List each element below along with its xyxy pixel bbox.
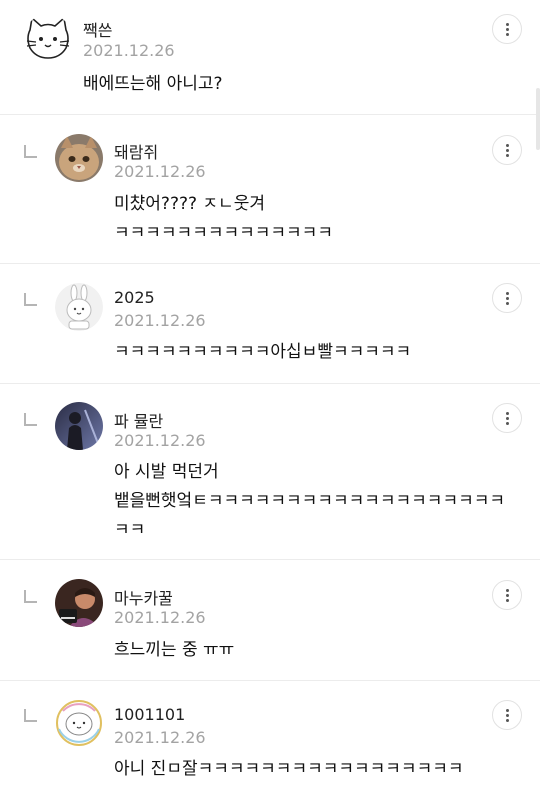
avatar-concert-photo[interactable] — [55, 579, 103, 627]
comment-date: 2021.12.26 — [114, 728, 206, 747]
more-vertical-icon — [505, 411, 509, 426]
comment-author[interactable]: 2025 — [114, 288, 155, 307]
comment-author[interactable]: 돼람쥐 — [114, 139, 158, 163]
comment-date: 2021.12.26 — [83, 41, 175, 60]
avatar-rainbow-face-icon[interactable] — [55, 699, 103, 747]
avatar-cat-outline-icon[interactable] — [24, 14, 72, 62]
reply-arrow-icon — [24, 145, 37, 158]
comment-date: 2021.12.26 — [114, 162, 206, 181]
comment-text: 아니 진ㅁ잘ㅋㅋㅋㅋㅋㅋㅋㅋㅋㅋㅋㅋㅋㅋㅋㅋㅋ — [114, 759, 464, 779]
comment-author[interactable]: 마누카꿀 — [114, 585, 173, 609]
comment-text: 흐느끼는 중 ㅠㅠ — [114, 640, 235, 660]
scrollbar[interactable] — [536, 88, 540, 150]
reply-arrow-icon — [24, 709, 37, 722]
comment-date: 2021.12.26 — [114, 311, 206, 330]
divider — [0, 680, 540, 681]
avatar-cat-photo[interactable] — [55, 134, 103, 182]
reply-arrow-icon — [24, 293, 37, 306]
more-vertical-icon — [505, 143, 509, 158]
more-options-button[interactable] — [492, 403, 522, 433]
more-vertical-icon — [505, 588, 509, 603]
divider — [0, 263, 540, 264]
divider — [0, 114, 540, 115]
comment-text: ㅋㅋㅋㅋㅋㅋㅋㅋㅋㅋ아십ㅂ빨ㅋㅋㅋㅋㅋ — [114, 342, 412, 362]
more-options-button[interactable] — [492, 135, 522, 165]
more-vertical-icon — [505, 708, 509, 723]
avatar-rabbit-icon[interactable] — [55, 283, 103, 331]
more-vertical-icon — [505, 291, 509, 306]
reply-arrow-icon — [24, 413, 37, 426]
comment-text: 배에뜨는해 아니고? — [83, 74, 223, 94]
more-options-button[interactable] — [492, 700, 522, 730]
comment-text: 아 시발 먹던거 뱉을뻔햇엌ㅌㅋㅋㅋㅋㅋㅋㅋㅋㅋㅋㅋㅋㅋㅋㅋㅋㅋㅋㅋ ㅋㅋ — [114, 462, 505, 540]
divider — [0, 383, 540, 384]
comment-author[interactable]: 짹쓴 — [83, 17, 112, 41]
comment-author[interactable]: 1001101 — [114, 705, 185, 724]
comment-date: 2021.12.26 — [114, 431, 206, 450]
comment-date: 2021.12.26 — [114, 608, 206, 627]
comment-text: 미챴어???? ㅈㄴ웃겨 ㅋㅋㅋㅋㅋㅋㅋㅋㅋㅋㅋㅋㅋㅋ — [114, 194, 333, 243]
divider — [0, 559, 540, 560]
more-options-button[interactable] — [492, 283, 522, 313]
reply-arrow-icon — [24, 590, 37, 603]
more-vertical-icon — [505, 22, 509, 37]
avatar-person-photo[interactable] — [55, 402, 103, 450]
more-options-button[interactable] — [492, 580, 522, 610]
comment-author[interactable]: 파 뮬란 — [114, 408, 163, 432]
more-options-button[interactable] — [492, 14, 522, 44]
